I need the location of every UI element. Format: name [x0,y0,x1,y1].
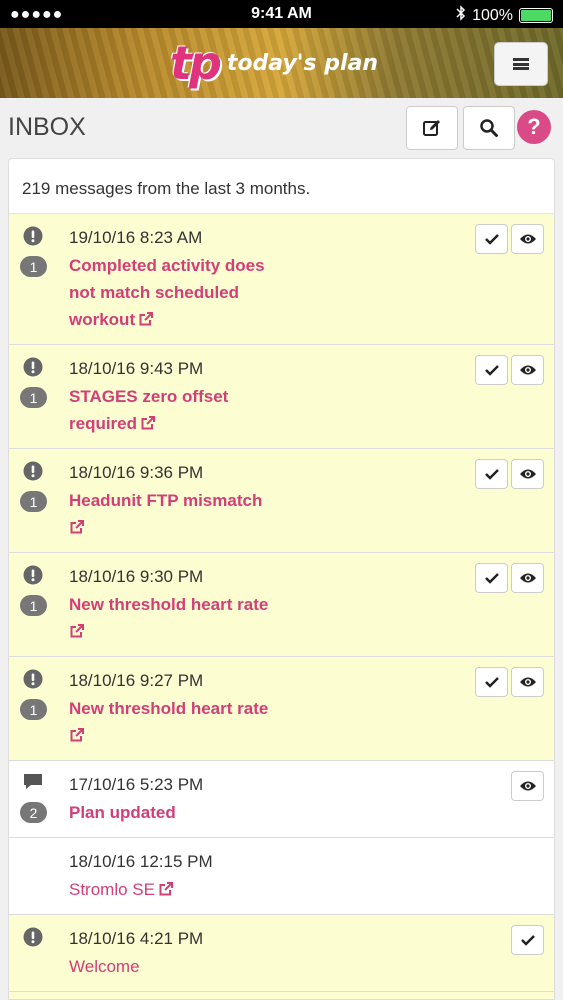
message-title-link[interactable]: Plan updated [69,799,294,826]
message-date: 18/10/16 4:21 PM [69,929,204,948]
message-count-badge: 1 [20,699,47,720]
view-button[interactable] [511,355,544,385]
message-title-link[interactable]: New threshold heart rate [69,695,294,751]
search-icon [480,119,498,137]
page-title: INBOX [8,113,86,141]
comment-icon [23,773,43,796]
view-button[interactable] [511,667,544,697]
eye-icon [519,469,536,479]
external-link-icon [69,620,85,647]
message-row[interactable]: 1 18/10/16 9:27 PM New threshold heart r… [9,657,554,761]
message-date: 17/10/16 5:23 PM [69,775,204,794]
message-count-badge: 1 [20,595,47,616]
message-title-link[interactable]: Welcome [69,953,294,980]
message-date: 18/10/16 12:15 PM [69,852,213,871]
message-title-link[interactable]: STAGES zero offset required [69,383,294,439]
alert-icon [23,927,43,952]
eye-icon [519,677,536,687]
check-icon [484,469,499,480]
external-link-icon [69,724,85,751]
check-icon [484,573,499,584]
alert-icon [23,226,43,251]
message-title-link[interactable]: New threshold heart rate [69,591,294,647]
message-date: 18/10/16 9:30 PM [69,567,204,586]
alert-icon [23,461,43,486]
search-button[interactable] [463,106,515,150]
mark-done-button[interactable] [475,224,508,254]
message-title-link[interactable]: Headunit FTP mismatch [69,487,294,543]
message-date: 18/10/16 9:36 PM [69,463,204,482]
eye-icon [519,781,536,791]
help-button[interactable]: ? [517,110,551,144]
mark-done-button[interactable] [475,667,508,697]
edit-icon [423,120,440,136]
mark-done-button[interactable] [511,925,544,955]
view-button[interactable] [511,224,544,254]
alert-icon [23,357,43,382]
message-count-badge: 1 [20,491,47,512]
alert-icon [23,669,43,694]
external-link-icon [138,308,154,335]
message-count-badge: 2 [20,802,47,823]
battery-icon [519,8,553,23]
message-row[interactable]: 1 19/10/16 8:23 AM Completed activity do… [9,214,554,345]
alert-icon [23,565,43,590]
compose-button[interactable] [406,106,458,150]
message-date: 18/10/16 9:27 PM [69,671,204,690]
eye-icon [519,234,536,244]
message-date: 19/10/16 8:23 AM [69,228,203,247]
message-date: 18/10/16 9:43 PM [69,359,204,378]
message-row[interactable]: 1 18/10/16 9:43 PM STAGES zero offset re… [9,345,554,449]
message-row[interactable]: 1 18/10/16 9:30 PM New threshold heart r… [9,553,554,657]
message-row[interactable]: 18/10/16 12:15 PM Stromlo SE [9,838,554,915]
status-bar: ●●●●● 9:41 AM 100% [0,0,563,28]
external-link-icon [140,412,156,439]
title-bar: INBOX ? [0,98,563,158]
mark-done-button[interactable] [475,459,508,489]
message-title-link[interactable]: Completed activity does not match schedu… [69,252,294,335]
eye-icon [519,365,536,375]
battery-percent: 100% [472,6,513,24]
mark-done-button[interactable] [475,355,508,385]
brand-logo[interactable]: tp today's plan [170,36,378,90]
message-count-badge: 1 [20,387,47,408]
message-row[interactable]: 1 18/10/16 9:36 PM Headunit FTP mismatch [9,449,554,553]
eye-icon [519,573,536,583]
external-link-icon [69,516,85,543]
view-button[interactable] [511,771,544,801]
check-icon [520,935,535,946]
bluetooth-icon [456,5,466,26]
menu-button[interactable] [494,42,548,86]
brand-mark: tp [170,36,222,90]
hamburger-icon [513,58,529,70]
view-button[interactable] [511,563,544,593]
check-icon [484,365,499,376]
message-title-link[interactable]: Stromlo SE [69,876,294,905]
app-header: tp today's plan [0,28,563,98]
external-link-icon [158,878,174,905]
brand-wordmark: today's plan [226,50,379,76]
mark-done-button[interactable] [475,563,508,593]
message-count-badge: 1 [20,256,47,277]
check-icon [484,677,499,688]
message-row[interactable] [9,992,554,999]
message-row[interactable]: 2 17/10/16 5:23 PM Plan updated [9,761,554,838]
inbox-panel: 219 messages from the last 3 months. 1 1… [8,158,555,1000]
view-button[interactable] [511,459,544,489]
message-row[interactable]: 18/10/16 4:21 PM Welcome [9,915,554,992]
check-icon [484,234,499,245]
inbox-summary: 219 messages from the last 3 months. [9,159,554,214]
